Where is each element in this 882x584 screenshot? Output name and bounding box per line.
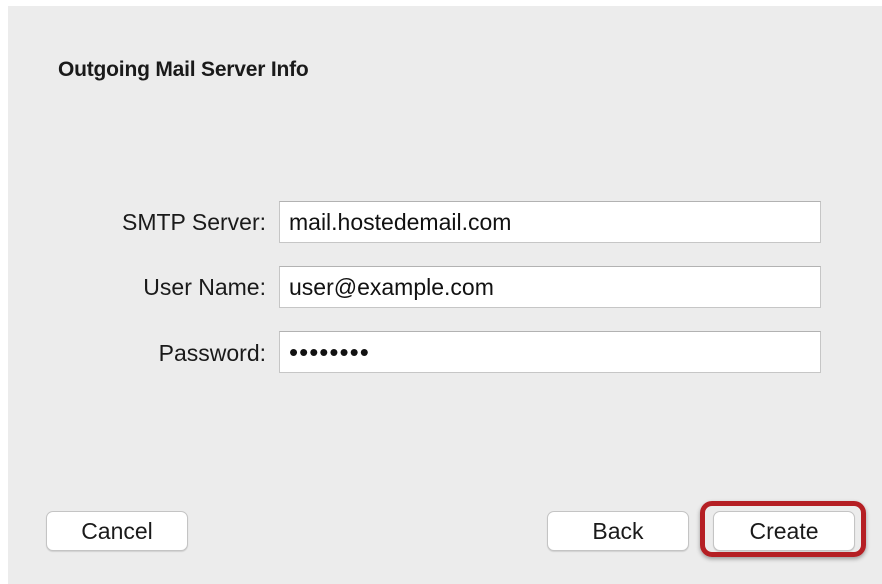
outgoing-mail-server-dialog: Outgoing Mail Server Info SMTP Server: U…	[0, 0, 882, 584]
user-name-input[interactable]	[279, 266, 821, 308]
password-input[interactable]: ••••••••	[279, 331, 821, 373]
user-name-label: User Name:	[143, 274, 266, 300]
smtp-server-input[interactable]	[279, 201, 821, 243]
create-button[interactable]: Create	[713, 511, 855, 551]
cancel-button[interactable]: Cancel	[46, 511, 188, 551]
smtp-server-label: SMTP Server:	[122, 209, 266, 235]
password-label: Password:	[158, 340, 266, 366]
dialog-title: Outgoing Mail Server Info	[58, 58, 309, 81]
back-button[interactable]: Back	[547, 511, 689, 551]
